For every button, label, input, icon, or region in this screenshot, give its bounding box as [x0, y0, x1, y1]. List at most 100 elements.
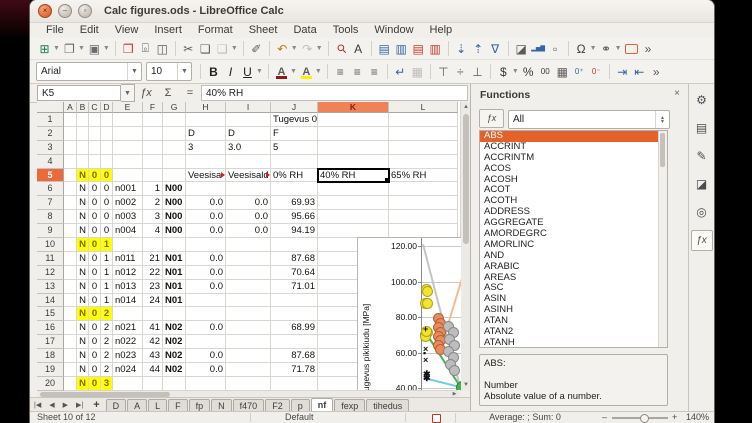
highlight-color-icon[interactable]: A [299, 63, 314, 80]
cell-K5[interactable]: 40% RH [318, 169, 389, 183]
print-preview-icon[interactable]: ◫ [155, 40, 170, 57]
menu-insert[interactable]: Insert [146, 24, 190, 36]
cell-E5[interactable] [113, 169, 143, 183]
name-box[interactable]: K5 [37, 85, 121, 101]
column-header-K[interactable]: K [318, 102, 389, 113]
cell-C19[interactable]: 0 [89, 363, 101, 377]
cell-C20[interactable]: 0 [89, 377, 101, 391]
function-wizard-button[interactable]: ƒx [479, 109, 504, 128]
cell-H17[interactable] [186, 335, 226, 349]
row-header-12[interactable]: 12 [37, 266, 64, 280]
cell-C2[interactable] [89, 127, 101, 141]
menu-view[interactable]: View [107, 24, 147, 36]
align-right-icon[interactable]: ≡ [367, 63, 382, 80]
font-size-combo[interactable]: 10 ▼ [146, 62, 192, 81]
font-size-dropdown-icon[interactable]: ▼ [177, 63, 191, 80]
cell-A9[interactable] [64, 224, 77, 238]
row-header-15[interactable]: 15 [37, 307, 64, 321]
cell-E11[interactable]: n011 [113, 252, 143, 266]
cell-B15[interactable]: N [77, 307, 89, 321]
insert-comment-icon[interactable] [624, 40, 639, 57]
cell-B18[interactable]: N [77, 349, 89, 363]
cell-H9[interactable]: 0.0 [186, 224, 226, 238]
cell-D10[interactable]: 1 [101, 238, 113, 252]
cell-B20[interactable]: N [77, 377, 89, 391]
cell-J13[interactable]: 71.01 [271, 280, 318, 294]
cell-K9[interactable] [318, 224, 389, 238]
cell-G3[interactable] [163, 141, 186, 155]
cell-K1[interactable] [318, 113, 389, 127]
cell-B3[interactable] [77, 141, 89, 155]
cell-A20[interactable] [64, 377, 77, 391]
cell-G8[interactable]: N00 [163, 210, 186, 224]
menu-edit[interactable]: Edit [72, 24, 107, 36]
function-wizard-icon[interactable]: ƒx [138, 87, 154, 99]
cell-F7[interactable]: 2 [143, 196, 163, 210]
cell-B17[interactable]: N [77, 335, 89, 349]
cell-L3[interactable] [389, 141, 458, 155]
cell-J11[interactable]: 87.68 [271, 252, 318, 266]
cell-G11[interactable]: N01 [163, 252, 186, 266]
menu-tools[interactable]: Tools [325, 24, 367, 36]
row-header-20[interactable]: 20 [37, 377, 64, 391]
row-header-18[interactable]: 18 [37, 349, 64, 363]
sidebar-tab-navigator-icon[interactable]: ◎ [692, 202, 712, 221]
cell-C15[interactable]: 0 [89, 307, 101, 321]
merge-cells-icon[interactable]: ▦ [410, 63, 425, 80]
zoom-in-icon[interactable]: + [672, 412, 677, 423]
cell-I18[interactable] [226, 349, 271, 363]
cell-C3[interactable] [89, 141, 101, 155]
new-document-icon[interactable]: ⊞ [37, 40, 52, 57]
cell-D4[interactable] [101, 155, 113, 169]
format-currency-icon[interactable]: $ [496, 63, 511, 80]
font-name-dropdown-icon[interactable]: ▼ [127, 63, 141, 80]
row-header-4[interactable]: 4 [37, 155, 64, 169]
special-character-icon[interactable]: Ω [574, 40, 589, 57]
cell-C14[interactable]: 0 [89, 294, 101, 308]
cell-H6[interactable] [186, 182, 226, 196]
cell-E17[interactable]: n022 [113, 335, 143, 349]
cell-A1[interactable] [64, 113, 77, 127]
cell-E2[interactable] [113, 127, 143, 141]
cell-D16[interactable]: 2 [101, 321, 113, 335]
hyperlink-icon[interactable]: ⚭ [599, 40, 614, 57]
cell-A12[interactable] [64, 266, 77, 280]
maximize-button[interactable]: ▫ [78, 4, 92, 18]
cell-G16[interactable]: N02 [163, 321, 186, 335]
cell-E13[interactable]: n013 [113, 280, 143, 294]
cell-I14[interactable] [226, 294, 271, 308]
cell-F13[interactable]: 23 [143, 280, 163, 294]
cell-H5[interactable]: Veesisa [186, 169, 226, 183]
zoom-out-icon[interactable]: – [602, 412, 607, 423]
format-number-icon[interactable]: 00 [538, 63, 553, 80]
cell-B16[interactable]: N [77, 321, 89, 335]
cell-E19[interactable]: n024 [113, 363, 143, 377]
row-header-3[interactable]: 3 [37, 141, 64, 155]
cell-F20[interactable] [143, 377, 163, 391]
cell-G14[interactable]: N01 [163, 294, 186, 308]
cell-E18[interactable]: n023 [113, 349, 143, 363]
cell-D15[interactable]: 2 [101, 307, 113, 321]
zoom-slider-knob[interactable] [640, 414, 649, 423]
cell-D8[interactable]: 0 [101, 210, 113, 224]
decrease-indent-icon[interactable]: ⇤ [632, 63, 647, 80]
cell-B13[interactable]: N [77, 280, 89, 294]
menu-sheet[interactable]: Sheet [241, 24, 286, 36]
cell-I19[interactable] [226, 363, 271, 377]
cell-J16[interactable]: 68.99 [271, 321, 318, 335]
cell-A8[interactable] [64, 210, 77, 224]
row-header-14[interactable]: 14 [37, 294, 64, 308]
cell-F5[interactable] [143, 169, 163, 183]
cell-H4[interactable] [186, 155, 226, 169]
cell-D1[interactable] [101, 113, 113, 127]
cell-J18[interactable]: 87.68 [271, 349, 318, 363]
cell-I16[interactable] [226, 321, 271, 335]
row-header-1[interactable]: 1 [37, 113, 64, 127]
cell-E10[interactable] [113, 238, 143, 252]
cell-A14[interactable] [64, 294, 77, 308]
cell-J19[interactable]: 71.78 [271, 363, 318, 377]
cell-F6[interactable]: 1 [143, 182, 163, 196]
cell-A4[interactable] [64, 155, 77, 169]
cell-I5[interactable]: Veesisald [226, 169, 271, 183]
column-header-I[interactable]: I [226, 102, 271, 113]
